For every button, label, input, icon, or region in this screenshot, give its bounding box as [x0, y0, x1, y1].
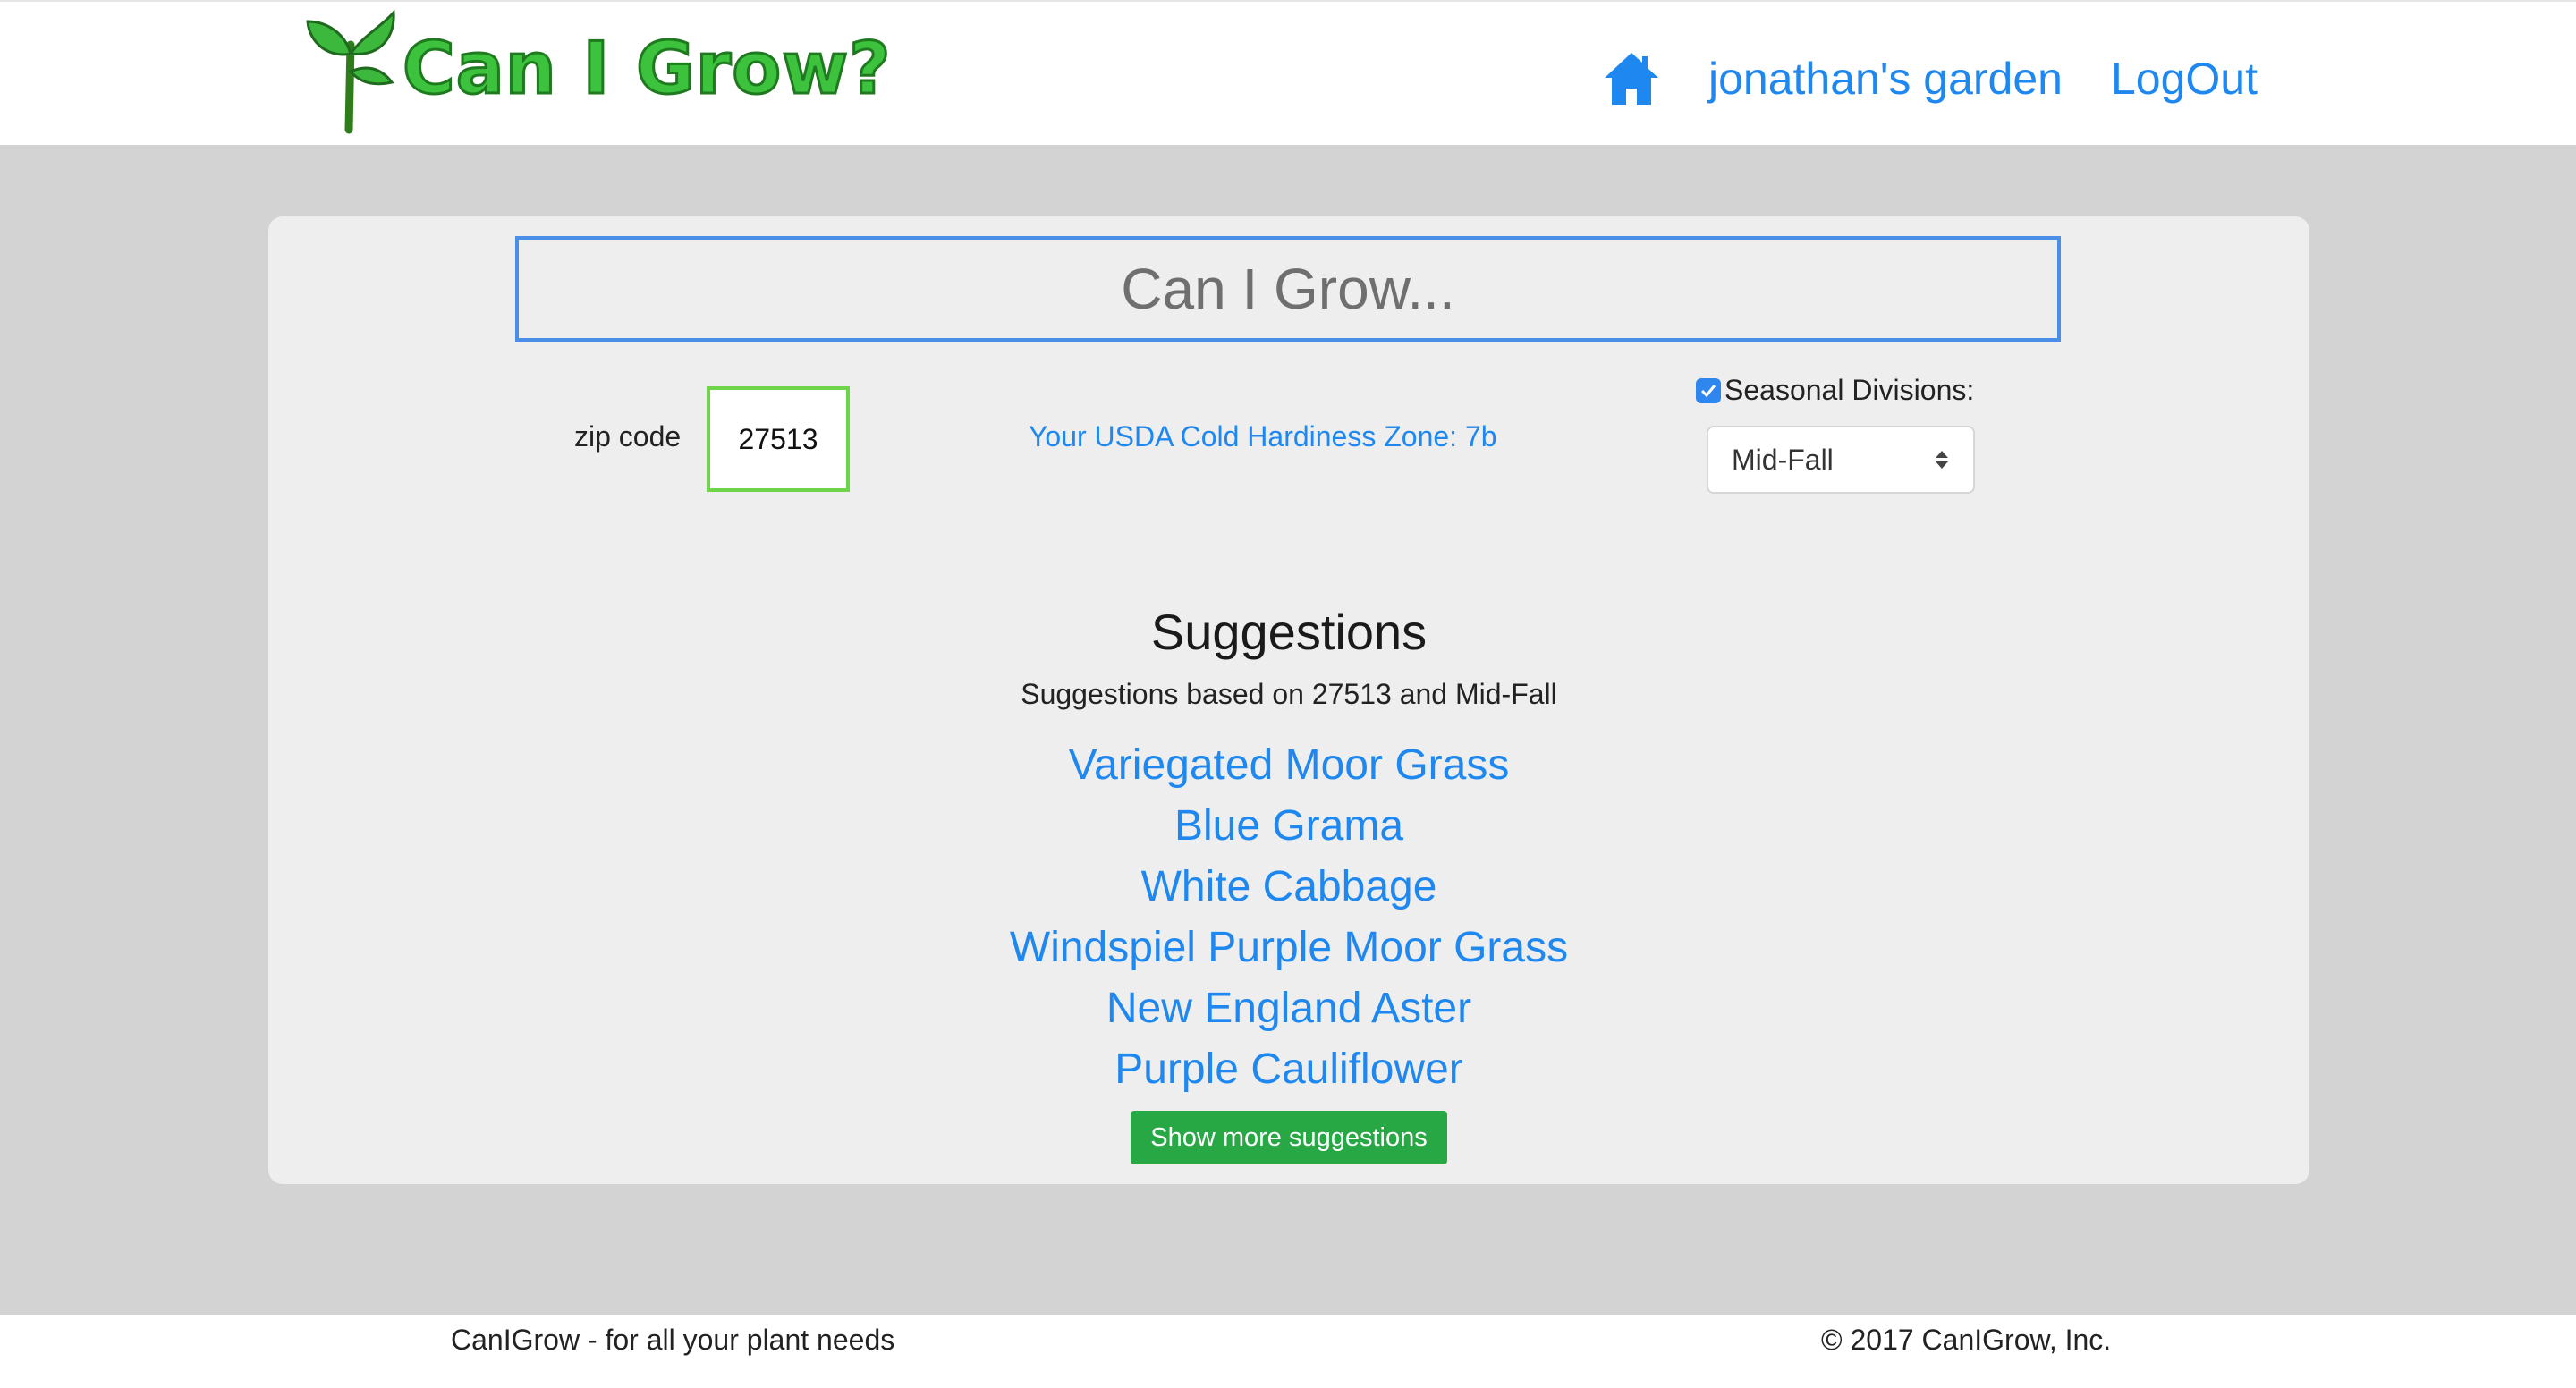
list-item: Variegated Moor Grass [268, 735, 2309, 796]
list-item: New England Aster [268, 978, 2309, 1039]
garden-link[interactable]: jonathan's garden [1708, 53, 2063, 105]
footer-tagline: CanIGrow - for all your plant needs [451, 1324, 895, 1356]
logout-link[interactable]: LogOut [2111, 53, 2258, 105]
seasonal-divisions-label: Seasonal Divisions: [1724, 374, 1975, 406]
suggestion-link[interactable]: Purple Cauliflower [1114, 1045, 1463, 1093]
list-item: White Cabbage [268, 857, 2309, 918]
suggestion-link[interactable]: White Cabbage [1141, 863, 1437, 910]
suggestion-link[interactable]: New England Aster [1106, 985, 1471, 1032]
suggestion-link[interactable]: Blue Grama [1174, 802, 1403, 850]
logo-text: Can I Grow? [402, 26, 893, 112]
suggestions-list: Variegated Moor Grass Blue Grama White C… [268, 735, 2309, 1100]
season-select-value: Mid-Fall [1732, 443, 1834, 476]
checkmark-icon [1700, 384, 1716, 397]
seasonal-checkbox[interactable] [1696, 377, 1721, 403]
suggestion-link[interactable]: Windspiel Purple Moor Grass [1010, 924, 1568, 971]
home-icon[interactable] [1603, 51, 1660, 106]
zip-code-input[interactable] [707, 386, 850, 492]
logo[interactable]: Can I Grow? [304, 9, 948, 134]
select-arrows-icon [1936, 451, 1948, 469]
plant-search-input[interactable] [515, 236, 2061, 342]
footer-copyright: © 2017 CanIGrow, Inc. [1821, 1324, 2112, 1356]
top-navbar: Can I Grow? jonathan's garden LogOut [0, 0, 2576, 145]
season-select[interactable]: Mid-Fall [1707, 426, 1975, 494]
zip-code-label: zip code [574, 420, 682, 453]
list-item: Purple Cauliflower [268, 1039, 2309, 1100]
list-item: Blue Grama [268, 796, 2309, 857]
main-panel: zip code Your USDA Cold Hardiness Zone: … [268, 216, 2309, 1184]
footer: CanIGrow - for all your plant needs © 20… [0, 1315, 2576, 1388]
hardiness-zone-text: Your USDA Cold Hardiness Zone: 7b [1029, 420, 1497, 453]
show-more-button[interactable]: Show more suggestions [1131, 1111, 1447, 1164]
suggestion-link[interactable]: Variegated Moor Grass [1069, 741, 1510, 789]
suggestions-subtitle: Suggestions based on 27513 and Mid-Fall [1021, 678, 1557, 710]
sprout-icon [306, 9, 395, 134]
suggestions-heading: Suggestions [1150, 604, 1428, 660]
nav-links: jonathan's garden LogOut [1603, 47, 2258, 111]
seasonal-divisions-toggle: Seasonal Divisions: [1696, 374, 1974, 407]
list-item: Windspiel Purple Moor Grass [268, 918, 2309, 978]
